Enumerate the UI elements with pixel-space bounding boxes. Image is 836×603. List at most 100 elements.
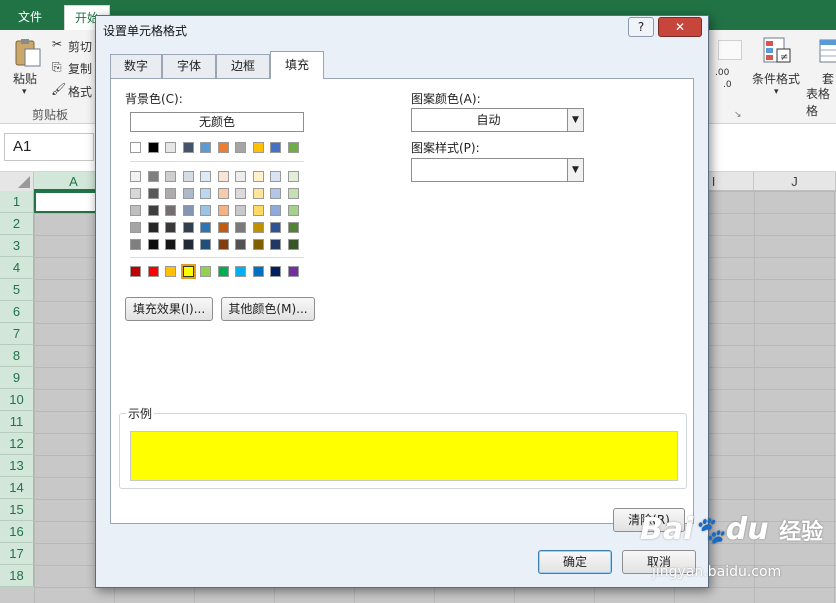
copy-button[interactable]: 复制 [68,60,92,77]
row-header[interactable]: 2 [0,213,34,235]
color-swatch-tint[interactable] [130,188,141,199]
color-swatch-tint[interactable] [287,188,299,199]
color-swatch-tint[interactable] [287,222,299,233]
color-swatch-tint[interactable] [270,205,281,216]
chevron-down-icon[interactable]: ▼ [567,159,583,181]
row-header[interactable]: 15 [0,499,34,521]
color-swatch-theme[interactable] [217,142,229,153]
color-swatch-standard[interactable] [252,266,264,277]
color-swatch-tint[interactable] [147,222,159,233]
color-swatch-tint[interactable] [165,188,176,199]
table-format-icon[interactable] [818,38,836,66]
color-swatch-tint[interactable] [182,171,194,182]
color-swatch-theme[interactable] [287,142,299,153]
close-button[interactable]: ✕ [658,17,702,37]
color-swatch-tint[interactable] [200,222,211,233]
color-swatch-tint[interactable] [182,239,194,250]
number-format-box[interactable] [718,40,742,60]
color-swatch-tint[interactable] [235,239,246,250]
row-header[interactable]: 6 [0,301,34,323]
color-swatch-standard[interactable] [200,266,211,277]
color-swatch-tint[interactable] [252,222,264,233]
cut-button[interactable]: 剪切 [68,38,92,55]
conditional-format-icon[interactable]: ≠ [762,36,792,66]
color-swatch-tint[interactable] [130,239,141,250]
color-swatch-tint[interactable] [287,171,299,182]
color-swatch-theme[interactable] [200,142,211,153]
column-header-j[interactable]: J [754,172,836,191]
color-swatch-standard[interactable] [270,266,281,277]
row-header[interactable]: 8 [0,345,34,367]
tab-number[interactable]: 数字 [110,54,162,78]
pattern-color-select[interactable]: 自动 ▼ [411,108,584,132]
help-button[interactable]: ? [628,17,654,37]
color-swatch-tint[interactable] [270,222,281,233]
color-swatch-tint[interactable] [217,205,229,216]
color-swatch-tint[interactable] [147,205,159,216]
color-swatch-tint[interactable] [270,171,281,182]
color-swatch-theme[interactable] [165,142,176,153]
row-header[interactable]: 9 [0,367,34,389]
row-header[interactable]: 5 [0,279,34,301]
cond-dropdown-icon[interactable]: ▾ [774,87,779,97]
conditional-format-button[interactable]: 条件格式 [752,70,800,87]
row-header[interactable]: 17 [0,543,34,565]
row-header[interactable]: 1 [0,191,34,213]
row-header[interactable]: 16 [0,521,34,543]
color-swatch-theme[interactable] [130,142,141,153]
scissors-icon[interactable]: ✂ [52,37,62,51]
row-header[interactable]: 7 [0,323,34,345]
color-swatch-theme[interactable] [182,142,194,153]
color-swatch-tint[interactable] [182,205,194,216]
row-header[interactable]: 4 [0,257,34,279]
color-swatch-tint[interactable] [235,222,246,233]
name-box[interactable]: A1 [4,133,94,161]
row-header[interactable]: 18 [0,565,34,587]
select-all-corner[interactable] [0,172,34,191]
row-header[interactable]: 14 [0,477,34,499]
format-painter-icon[interactable]: 🖌 [51,82,66,96]
row-header[interactable]: 11 [0,411,34,433]
color-swatch-tint[interactable] [147,239,159,250]
tab-fill[interactable]: 填充 [270,51,324,79]
color-swatch-tint[interactable] [235,188,246,199]
more-colors-button[interactable]: 其他颜色(M)... [221,297,315,321]
color-swatch-tint[interactable] [165,222,176,233]
color-swatch-standard[interactable] [287,266,299,277]
color-swatch-tint[interactable] [200,188,211,199]
color-swatch-standard[interactable] [235,266,246,277]
row-header[interactable]: 13 [0,455,34,477]
paste-button[interactable]: 粘贴 [13,70,37,87]
color-swatch-standard[interactable] [180,264,196,279]
tab-font[interactable]: 字体 [162,54,216,78]
color-swatch-tint[interactable] [252,188,264,199]
color-swatch-tint[interactable] [252,171,264,182]
color-swatch-tint[interactable] [270,239,281,250]
color-swatch-tint[interactable] [130,171,141,182]
table-format-label-2[interactable]: 表格格 [806,85,836,119]
increase-decimal-icon[interactable]: .00 [715,68,729,78]
color-swatch-tint[interactable] [235,205,246,216]
dialog-titlebar[interactable]: 设置单元格格式 ? ✕ [96,16,708,44]
color-swatch-standard[interactable] [165,266,176,277]
color-swatch-tint[interactable] [235,171,246,182]
pattern-style-select[interactable]: ▼ [411,158,584,182]
color-swatch-standard[interactable] [130,266,141,277]
dialog-launcher-icon[interactable]: ↘ [734,110,742,120]
tab-border[interactable]: 边框 [216,54,270,78]
decrease-decimal-icon[interactable]: .0 [723,80,732,90]
color-swatch-tint[interactable] [217,171,229,182]
color-swatch-tint[interactable] [200,205,211,216]
color-swatch-tint[interactable] [147,188,159,199]
format-painter-button[interactable]: 格式 [68,83,92,100]
color-swatch-theme[interactable] [270,142,281,153]
color-swatch-tint[interactable] [130,205,141,216]
color-swatch-tint[interactable] [252,205,264,216]
color-swatch-tint[interactable] [147,171,159,182]
color-swatch-theme[interactable] [252,142,264,153]
color-swatch-standard[interactable] [217,266,229,277]
color-swatch-standard[interactable] [147,266,159,277]
fill-effects-button[interactable]: 填充效果(I)... [125,297,213,321]
color-swatch-tint[interactable] [200,239,211,250]
color-swatch-tint[interactable] [182,188,194,199]
